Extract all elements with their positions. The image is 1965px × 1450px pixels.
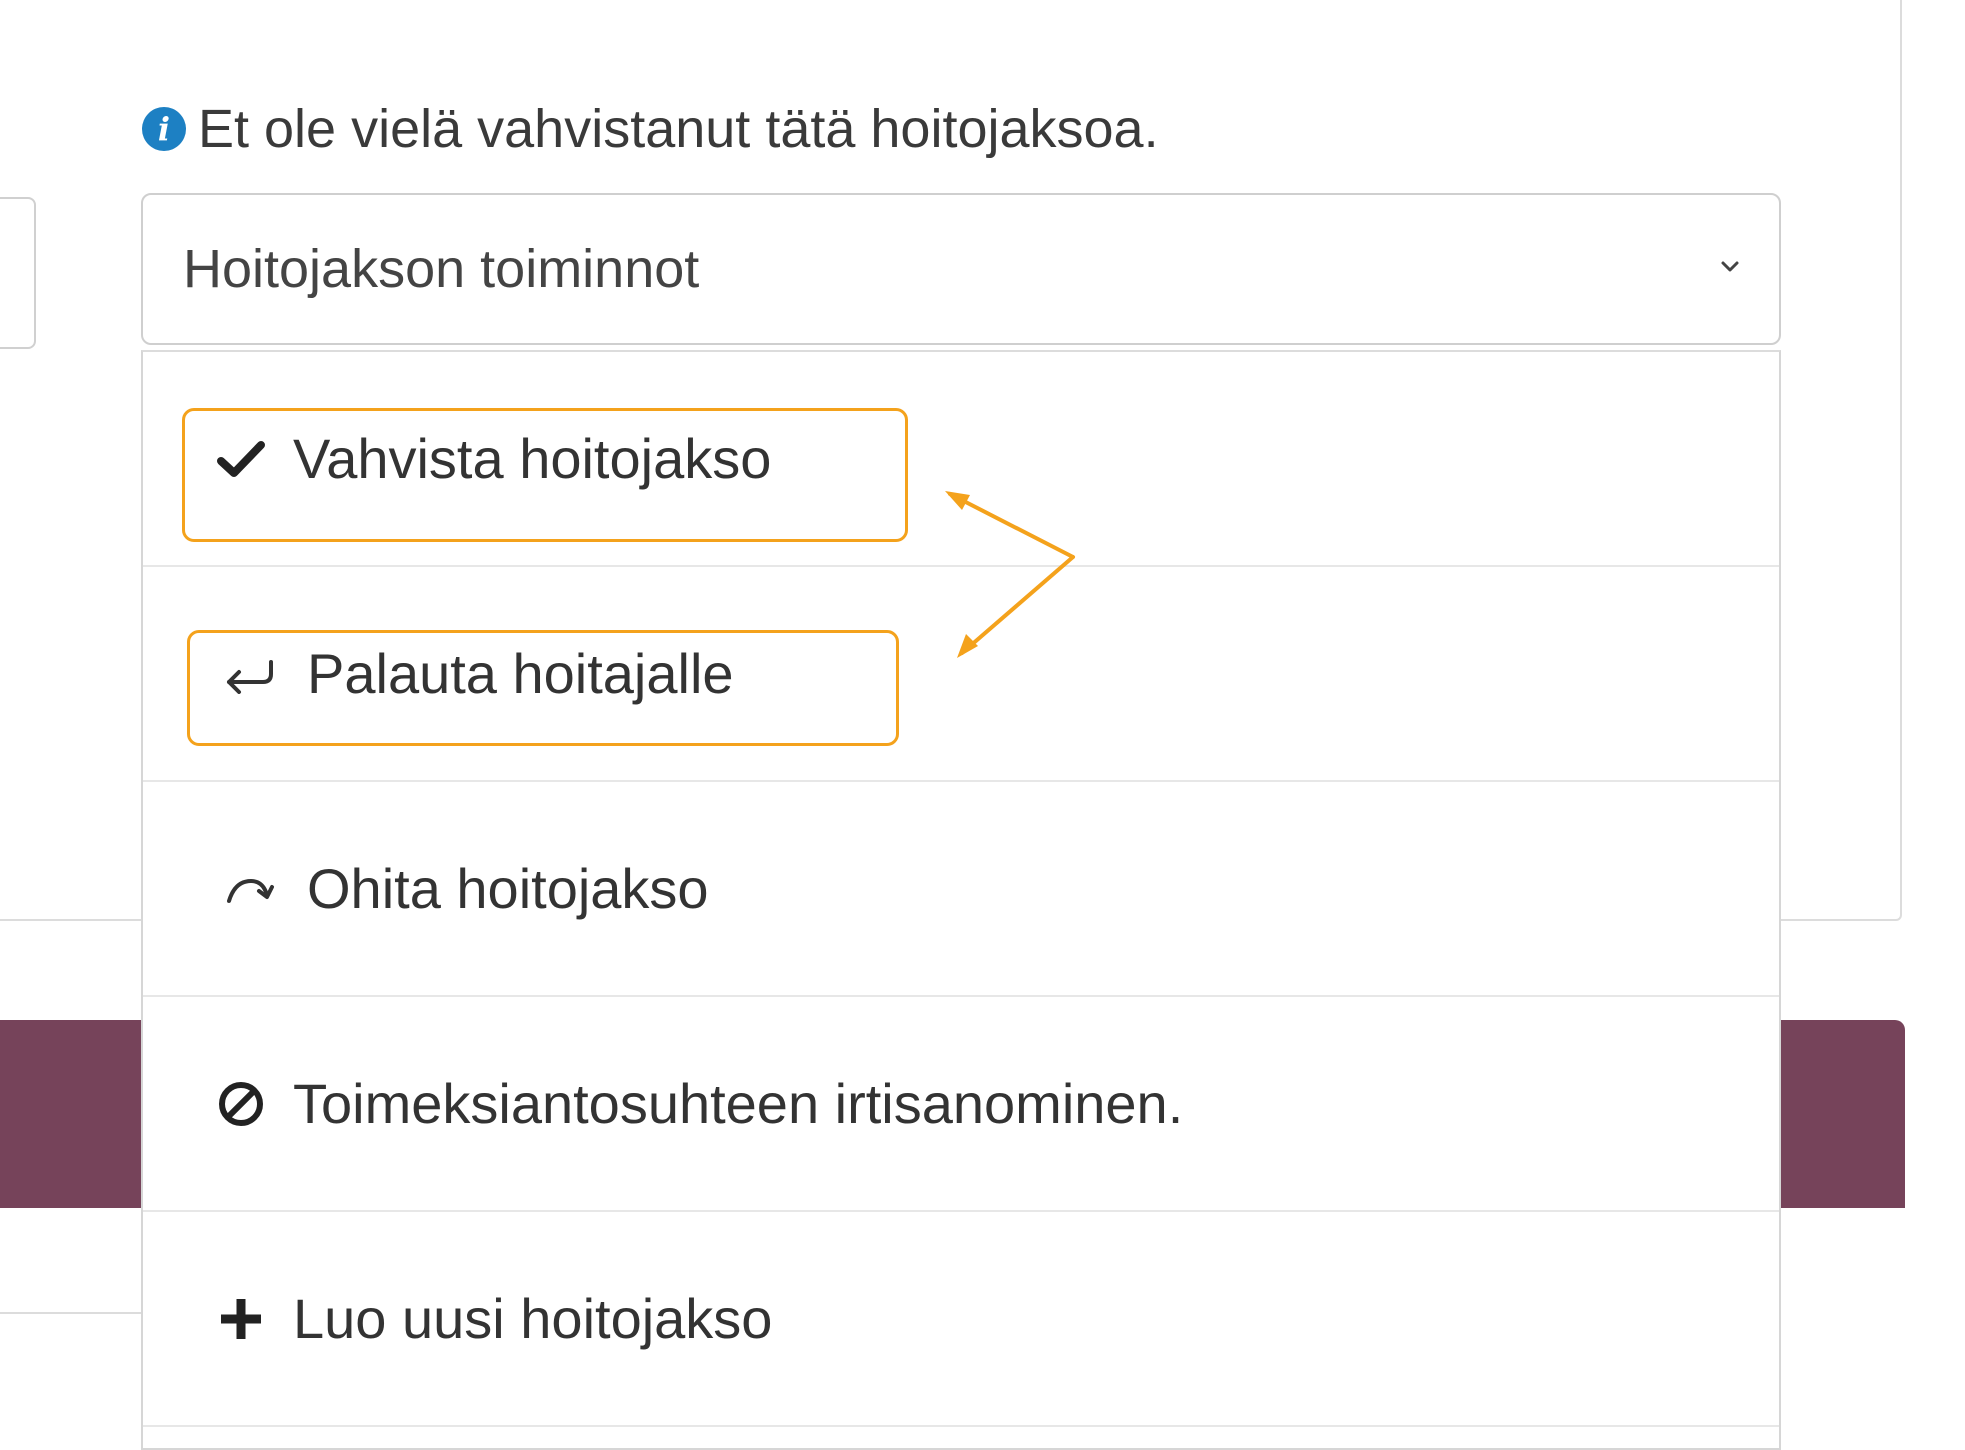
info-circle-icon: i: [142, 107, 186, 151]
actions-dropdown-label: Hoitojakson toiminnot: [183, 239, 700, 299]
plus-icon: [211, 1289, 271, 1349]
menu-item-label: Toimeksiantosuhteen irtisanominen.: [293, 1072, 1184, 1135]
actions-dropdown[interactable]: Hoitojakson toiminnot: [141, 193, 1781, 345]
redo-arrow-icon: [219, 859, 279, 919]
return-arrow-icon: [219, 644, 279, 704]
check-icon: [211, 429, 271, 489]
menu-item-new[interactable]: Luo uusi hoitojakso: [143, 1212, 1779, 1427]
menu-item-terminate[interactable]: Toimeksiantosuhteen irtisanominen.: [143, 997, 1779, 1212]
menu-item-label: Ohita hoitojakso: [307, 857, 709, 920]
menu-item-confirm[interactable]: Vahvista hoitojakso: [143, 352, 1779, 567]
menu-item-return[interactable]: Palauta hoitajalle: [143, 567, 1779, 782]
background-left-field: [0, 197, 36, 349]
background-divider: [0, 1312, 145, 1314]
notice-text: Et ole vielä vahvistanut tätä hoitojakso…: [198, 99, 1159, 159]
confirmation-notice: i Et ole vielä vahvistanut tätä hoitojak…: [142, 96, 1159, 162]
menu-item-skip[interactable]: Ohita hoitojakso: [143, 782, 1779, 997]
chevron-down-icon: [1721, 261, 1739, 272]
actions-menu: Vahvista hoitojakso Palauta hoitajalle O…: [141, 350, 1781, 1450]
menu-item-label: Luo uusi hoitojakso: [293, 1287, 773, 1350]
menu-item-label: Palauta hoitajalle: [307, 642, 734, 705]
menu-item-label: Vahvista hoitojakso: [293, 427, 772, 490]
ban-icon: [211, 1074, 271, 1134]
